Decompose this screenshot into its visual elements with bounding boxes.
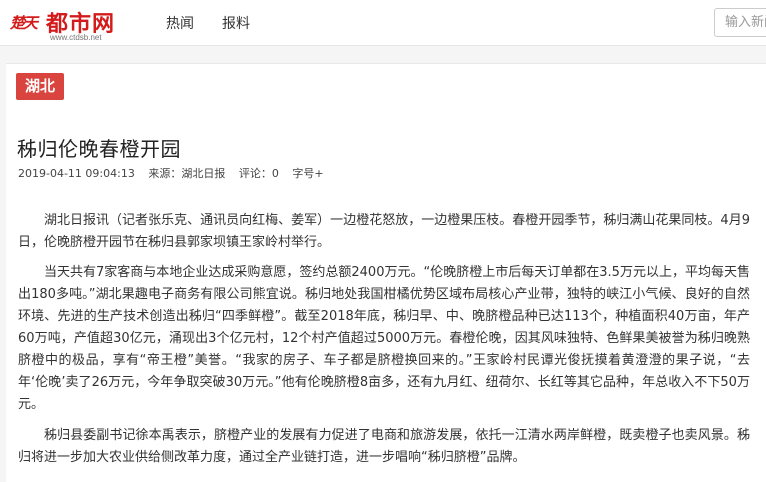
nav-hot-news[interactable]: 热闻 [166,13,194,33]
region-tag[interactable]: 湖北 [16,73,65,100]
site-logo[interactable]: 楚天 都市网 www.ctdsb.net [10,4,140,44]
logo-url: www.ctdsb.net [50,33,102,42]
publish-datetime: 2019-04-11 09:04:13 [18,167,135,180]
logo-seal: 楚天 [10,14,38,32]
article-title: 秭归伦晚春橙开园 [17,137,181,161]
article-paragraph: 湖北日报讯（记者张乐克、通讯员向红梅、姜军）一边橙花怒放，一边橙果压枝。春橙开园… [18,213,750,250]
article-paragraph: 当天共有7家客商与本地企业达成采购意愿，签约总额2400万元。“伦晚脐橙上市后每… [18,265,750,412]
site-header: 楚天 都市网 www.ctdsb.net 热闻 报料 [0,0,766,46]
font-size-button[interactable]: 字号+ [292,167,323,180]
comment-count[interactable]: 评论：0 [239,167,279,180]
nav-report[interactable]: 报料 [222,13,250,33]
search-input[interactable] [714,8,766,37]
article-source: 来源：湖北日报 [148,167,226,180]
article-paragraph: 秭归县委副书记徐本禹表示，脐橙产业的发展有力促进了电商和旅游发展，依托一江清水两… [18,428,750,465]
article-meta: 2019-04-11 09:04:13 来源：湖北日报 评论：0 字号+ [18,165,334,181]
